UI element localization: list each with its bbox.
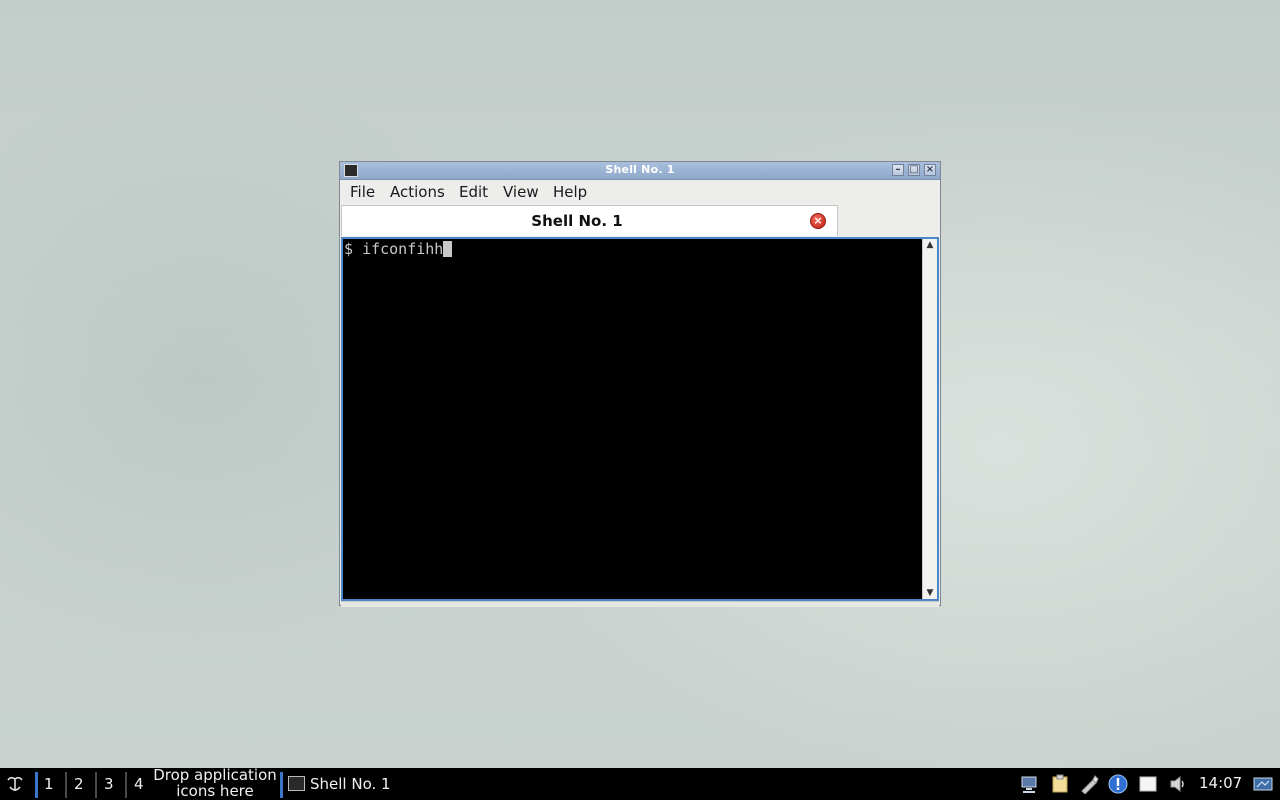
terminal-output[interactable]: $ ifconfihh	[343, 239, 925, 599]
window-titlebar[interactable]: Shell No. 1 – □ ×	[340, 162, 940, 180]
close-window-button[interactable]: ×	[924, 164, 936, 176]
tab-shell-1[interactable]: Shell No. 1 ×	[341, 205, 838, 236]
close-circle-icon[interactable]: ×	[810, 213, 826, 229]
volume-icon[interactable]	[1168, 774, 1188, 794]
clipboard-icon[interactable]	[1050, 774, 1070, 794]
menu-file[interactable]: File	[350, 183, 375, 201]
horizontal-scrollbar[interactable]	[341, 601, 939, 607]
notes-icon[interactable]	[1138, 774, 1158, 794]
terminal-cursor	[443, 241, 453, 257]
task-label: Shell No. 1	[310, 775, 391, 793]
workspace-3[interactable]: 3	[104, 775, 114, 793]
scroll-down-icon[interactable]: ▼	[923, 587, 937, 599]
minimize-button[interactable]: –	[892, 164, 904, 176]
info-glyph	[1108, 774, 1128, 794]
display-icon[interactable]	[1253, 774, 1273, 794]
clipboard-glyph	[1052, 774, 1068, 793]
workspace-4[interactable]: 4	[134, 775, 144, 793]
pen-tool-glyph	[1081, 775, 1099, 795]
tab-bar: Shell No. 1 ×	[340, 204, 940, 237]
display-glyph	[1253, 777, 1273, 791]
workspace-2[interactable]: 2	[74, 775, 84, 793]
taskbar-separator	[125, 772, 127, 798]
volume-glyph	[1170, 775, 1184, 793]
terminal-window: Shell No. 1 – □ × File Actions Edit View…	[339, 161, 941, 607]
taskbar-separator	[65, 772, 67, 798]
menu-bar: File Actions Edit View Help	[340, 180, 940, 204]
info-icon[interactable]	[1108, 774, 1128, 794]
taskbar-separator	[280, 772, 283, 798]
start-menu-icon[interactable]	[4, 774, 26, 794]
menu-edit[interactable]: Edit	[459, 183, 488, 201]
taskbar-separator	[95, 772, 97, 798]
terminal-frame: $ ifconfihh ▲ ▼	[341, 237, 939, 601]
clock[interactable]: 14:07	[1199, 774, 1242, 792]
maximize-button[interactable]: □	[908, 164, 920, 176]
terminal-icon	[288, 776, 305, 791]
terminal-line: $ ifconfihh	[344, 240, 453, 258]
tab-label: Shell No. 1	[531, 212, 623, 230]
window-title: Shell No. 1	[605, 163, 675, 176]
start-menu-glyph	[7, 776, 23, 791]
pen-tool-icon[interactable]	[1079, 774, 1099, 795]
launcher-hint-line2: icons here	[176, 782, 254, 800]
taskbar-separator	[35, 772, 38, 798]
notes-glyph	[1139, 776, 1157, 792]
menu-actions[interactable]: Actions	[390, 183, 445, 201]
terminal-input-text: ifconfihh	[362, 240, 444, 258]
launcher-dropzone[interactable]: Drop application icons here	[150, 767, 280, 799]
launcher-hint-line1: Drop application	[153, 766, 277, 784]
terminal-prompt: $	[344, 240, 363, 258]
scroll-up-icon[interactable]: ▲	[923, 239, 937, 251]
workspace-1[interactable]: 1	[44, 775, 54, 793]
menu-view[interactable]: View	[503, 183, 539, 201]
menu-help[interactable]: Help	[553, 183, 587, 201]
taskbar: 1 2 3 4 Drop application icons here Shel…	[0, 767, 1280, 800]
network-glyph	[1021, 776, 1037, 793]
network-icon[interactable]	[1020, 774, 1040, 794]
task-button-shell-1[interactable]: Shell No. 1	[285, 771, 405, 797]
vertical-scrollbar[interactable]: ▲ ▼	[922, 239, 937, 599]
